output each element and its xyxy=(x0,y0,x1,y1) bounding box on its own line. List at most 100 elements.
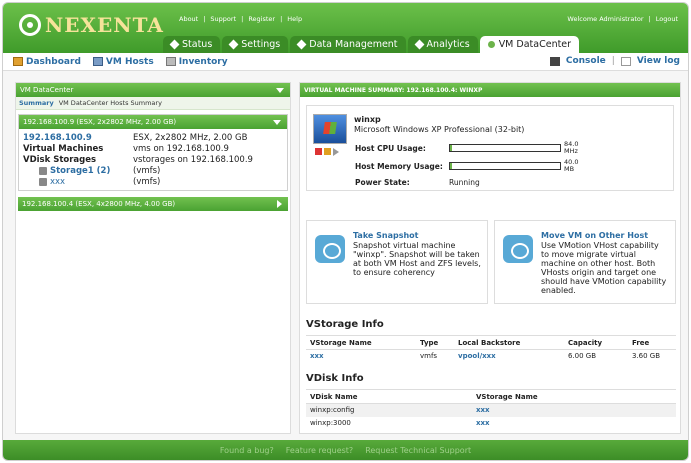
storage2-link[interactable]: xxx xyxy=(50,177,65,187)
cpu-usage-bar xyxy=(449,144,561,152)
storage2-type: (vmfs) xyxy=(133,176,161,187)
storage1-item[interactable]: Storage1 (2) xyxy=(23,166,133,176)
memory-usage-label: Host Memory Usage: xyxy=(355,162,443,171)
left-panel: VM DataCenter Summary VM DataCenter Host… xyxy=(15,82,291,434)
vm-name: winxp xyxy=(354,115,381,124)
inventory-icon xyxy=(165,57,176,66)
crumb-hosts-summary[interactable]: VM DataCenter Hosts Summary xyxy=(59,99,162,107)
col-free: Free xyxy=(628,335,676,350)
move-vm-action[interactable]: Move VM on Other Host Use VMotion VHost … xyxy=(494,220,676,304)
pause-icon[interactable] xyxy=(324,148,331,155)
capacity-cell: 6.00 GB xyxy=(568,352,597,361)
cpu-usage-fill xyxy=(450,145,453,151)
inventory-label: Inventory xyxy=(178,56,228,67)
host-group-1: 192.168.100.9 (ESX, 2x2802 MHz, 2.00 GB)… xyxy=(18,114,288,191)
move-vm-description: Use VMotion VHost capability to move mig… xyxy=(541,241,667,295)
logout-link[interactable]: Logout xyxy=(656,15,678,23)
tab-analytics[interactable]: Analytics xyxy=(407,36,478,53)
tab-label: Settings xyxy=(241,39,281,50)
tab-label: Data Management xyxy=(309,39,398,50)
tab-settings[interactable]: Settings xyxy=(222,36,289,53)
host-group-2: 192.168.100.4 (ESX, 4x2800 MHz, 4.00 GB) xyxy=(18,197,288,211)
collapse-arrow-icon[interactable] xyxy=(273,120,281,125)
snapshot-title[interactable]: Take Snapshot xyxy=(353,231,481,240)
power-state-label: Power State: xyxy=(355,178,410,187)
welcome-area: Welcome Administrator | Logout xyxy=(567,15,678,23)
dashboard-icon xyxy=(13,57,23,66)
host2-header[interactable]: 192.168.100.4 (ESX, 4x2800 MHz, 4.00 GB) xyxy=(18,197,288,211)
table-header-row: VStorage Name Type Local Backstore Capac… xyxy=(306,335,676,350)
vstorage-table: VStorage Name Type Local Backstore Capac… xyxy=(306,335,676,363)
vdisk-name-cell: winxp:config xyxy=(306,403,472,417)
vm-controls xyxy=(315,148,339,156)
host-ip-link[interactable]: 192.168.100.9 xyxy=(23,133,133,143)
diamond-icon xyxy=(228,39,239,50)
separator: | xyxy=(648,15,651,23)
camera-icon xyxy=(315,235,345,263)
vstorage-name-cell[interactable]: xxx xyxy=(306,350,416,363)
col-vstorage-name: VStorage Name xyxy=(472,389,676,404)
host-spec: ESX, 2x2802 MHz, 2.00 GB xyxy=(133,132,248,143)
storage2-item[interactable]: xxx xyxy=(23,177,133,187)
table-row: winxp:3000 xxx xyxy=(306,417,676,430)
breadcrumb: Summary VM DataCenter Hosts Summary xyxy=(16,97,290,110)
subnav-right: Console | View log xyxy=(549,56,680,66)
mem-unit: MB xyxy=(564,165,575,173)
vm-actions: Take Snapshot Snapshot virtual machine "… xyxy=(306,220,676,304)
host2-title: 192.168.100.4 (ESX, 4x2800 MHz, 4.00 GB) xyxy=(22,200,176,208)
tab-vm-datacenter[interactable]: VM DataCenter xyxy=(479,36,580,53)
datacenter-header[interactable]: VM DataCenter xyxy=(16,83,290,97)
vm-hosts-link[interactable]: VM Hosts xyxy=(92,57,154,67)
cpu-usage-label: Host CPU Usage: xyxy=(355,144,426,153)
header: NEXENTA About | Support | Register | Hel… xyxy=(3,3,688,53)
tab-label: VM DataCenter xyxy=(498,39,572,50)
tab-data-management[interactable]: Data Management xyxy=(290,36,406,53)
vm-hosts-icon xyxy=(92,57,103,66)
col-vdisk-name: VDisk Name xyxy=(306,389,472,404)
crumb-summary[interactable]: Summary xyxy=(19,99,54,107)
view-log-link[interactable]: View log xyxy=(637,56,680,66)
tab-label: Status xyxy=(182,39,213,50)
play-icon[interactable] xyxy=(333,148,339,156)
help-link[interactable]: Help xyxy=(287,15,302,23)
vstorage-link-cell[interactable]: xxx xyxy=(472,417,676,430)
vm-summary-header: VIRTUAL MACHINE SUMMARY: 192.168.100.4: … xyxy=(300,83,680,97)
support-link[interactable]: Support xyxy=(210,15,236,23)
power-state-value: Running xyxy=(449,178,480,187)
host1-details: 192.168.100.9 ESX, 2x2802 MHz, 2.00 GB Vi… xyxy=(19,129,287,190)
separator: | xyxy=(241,15,244,23)
tab-status[interactable]: Status xyxy=(163,36,221,53)
col-vstorage-name: VStorage Name xyxy=(306,335,416,350)
dashboard-label: Dashboard xyxy=(26,56,81,67)
collapse-arrow-icon[interactable] xyxy=(276,88,284,93)
feature-request-link[interactable]: Feature request? xyxy=(286,446,353,455)
console-icon xyxy=(549,56,560,66)
host1-header[interactable]: 192.168.100.9 (ESX, 2x2802 MHz, 2.00 GB) xyxy=(19,115,287,129)
diamond-icon xyxy=(169,39,180,50)
vstorage-link-cell[interactable]: xxx xyxy=(472,403,676,417)
technical-support-link[interactable]: Request Technical Support xyxy=(365,446,471,455)
console-link[interactable]: Console xyxy=(566,56,606,66)
backstore-cell[interactable]: vpool/xxx xyxy=(454,350,564,363)
inventory-link[interactable]: Inventory xyxy=(165,56,228,67)
cpu-usage-value: 84.0 MHz xyxy=(564,141,578,155)
dashboard-link[interactable]: Dashboard xyxy=(13,57,81,67)
snapshot-description: Snapshot virtual machine "winxp". Snapsh… xyxy=(353,241,481,277)
table-row: winxp:config xxx xyxy=(306,403,676,417)
register-link[interactable]: Register xyxy=(248,15,275,23)
vdisk-value: vstorages on 192.168.100.9 xyxy=(133,154,253,165)
col-capacity: Capacity xyxy=(564,335,628,350)
expand-arrow-icon[interactable] xyxy=(277,200,282,208)
disk-icon xyxy=(39,177,47,186)
storage1-link[interactable]: Storage1 (2) xyxy=(50,166,110,176)
main-tabs: Status Settings Data Management Analytic… xyxy=(163,36,580,53)
vdisk-label: VDisk Storages xyxy=(23,154,97,165)
storage1-type: (vmfs) xyxy=(133,165,161,176)
found-bug-link[interactable]: Found a bug? xyxy=(220,446,274,455)
footer: Found a bug? Feature request? Request Te… xyxy=(3,440,688,460)
vm-summary-title: VIRTUAL MACHINE SUMMARY: 192.168.100.4: … xyxy=(304,86,483,94)
stop-icon[interactable] xyxy=(315,148,322,155)
take-snapshot-action[interactable]: Take Snapshot Snapshot virtual machine "… xyxy=(306,220,488,304)
about-link[interactable]: About xyxy=(179,15,198,23)
move-vm-title[interactable]: Move VM on Other Host xyxy=(541,231,669,240)
